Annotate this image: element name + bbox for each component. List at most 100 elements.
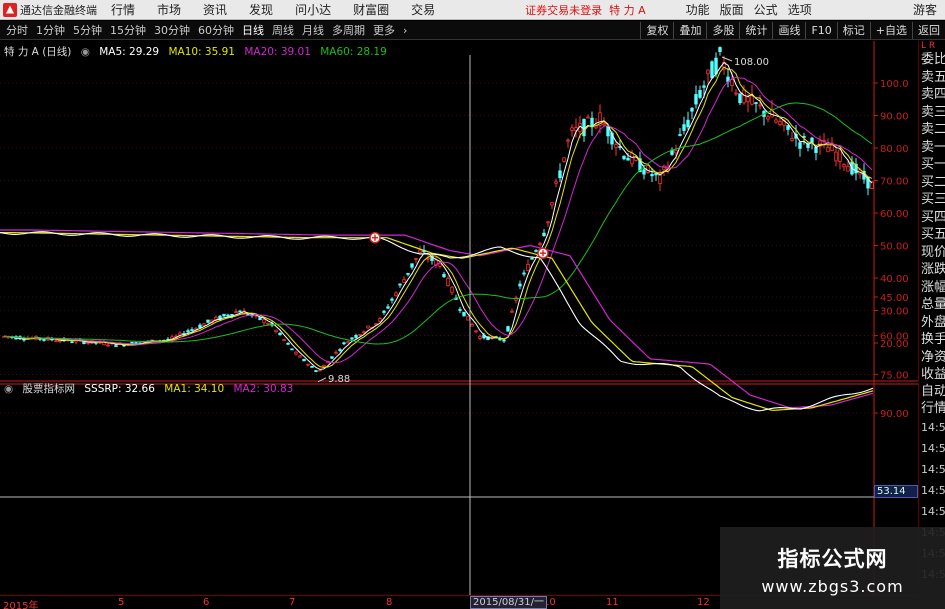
candle-body <box>558 170 562 179</box>
add-watchlist-button[interactable]: +自选 <box>869 21 912 39</box>
candle-body <box>438 263 442 267</box>
low-price-label: 9.88 <box>328 374 350 385</box>
candle-body <box>458 309 462 311</box>
menu-item-market[interactable]: 市场 <box>157 1 181 18</box>
candle-body <box>86 342 90 344</box>
menu-item-ask[interactable]: 问小达 <box>295 1 331 18</box>
settings-dot-icon[interactable]: ◉ <box>4 383 13 395</box>
candle-body <box>190 329 194 331</box>
settings-dot-icon[interactable]: ◉ <box>81 46 90 58</box>
candle-body <box>650 174 654 177</box>
candle-body <box>758 104 762 107</box>
period-toolbar: 分时 1分钟 5分钟 15分钟 30分钟 60分钟 日线 周线 月线 多周期 更… <box>0 21 945 40</box>
candle-body <box>322 364 326 367</box>
price-tick-label: 50.00 <box>880 242 909 253</box>
f10-button[interactable]: F10 <box>805 21 836 39</box>
legend-ma5: MA5: 29.29 <box>99 46 160 58</box>
multi-stock-button[interactable]: 多股 <box>706 21 739 39</box>
indicator-legend: ◉ 股票指标网 SSSRP: 32.66 MA1: 34.10 MA2: 30.… <box>4 381 299 396</box>
menu-item-wealth[interactable]: 财富圈 <box>353 1 389 18</box>
candle-body <box>834 151 838 162</box>
statistics-button[interactable]: 统计 <box>739 21 772 39</box>
candle-body <box>202 323 206 326</box>
time-label: 7 <box>289 597 296 608</box>
candle-body <box>738 93 742 104</box>
chevron-right-icon[interactable]: › <box>403 24 407 37</box>
candle-body <box>642 169 646 175</box>
candle-body <box>674 149 678 154</box>
overlay-button[interactable]: 叠加 <box>673 21 706 39</box>
period-tab-more[interactable]: 更多 <box>373 22 395 38</box>
menu-item-options[interactable]: 选项 <box>788 1 812 18</box>
candle-body <box>630 152 634 165</box>
period-tab-15min[interactable]: 15分钟 <box>110 22 146 38</box>
candle-body <box>838 149 842 162</box>
candle-body <box>554 181 558 184</box>
candle-body <box>766 116 770 120</box>
mark-button[interactable]: 标记 <box>836 21 870 39</box>
quotes-label[interactable]: 行情 <box>919 400 945 417</box>
candle-body <box>318 369 322 372</box>
menu-item-market-quotes[interactable]: 行情 <box>111 1 135 18</box>
period-tab-60min[interactable]: 60分钟 <box>198 22 234 38</box>
candle-body <box>506 326 510 332</box>
candle-body <box>314 370 318 373</box>
cursor-date-label: 2015/08/31/一 <box>470 596 548 609</box>
menu-item-formula[interactable]: 公式 <box>754 1 778 18</box>
candle-body <box>774 119 778 123</box>
quote-row-label: 涨跌 <box>921 262 945 277</box>
candle-body <box>566 139 570 142</box>
period-tab-30min[interactable]: 30分钟 <box>154 22 190 38</box>
guest-label[interactable]: 游客 <box>913 1 937 18</box>
tick-time: 14:5 <box>921 442 945 455</box>
period-tab-multi[interactable]: 多周期 <box>332 22 365 38</box>
period-tab-monthly[interactable]: 月线 <box>302 22 324 38</box>
quote-row-label: 现价 <box>921 244 945 260</box>
candle-body <box>466 315 470 321</box>
candle-body <box>614 144 618 149</box>
chart-annotations: 108.00 9.88 <box>317 56 769 385</box>
draw-line-button[interactable]: 画线 <box>772 21 805 39</box>
candle-body <box>530 257 534 260</box>
candle-body <box>470 324 474 327</box>
candle-body <box>302 358 306 362</box>
stock-title[interactable]: 特 力 A (日线) <box>4 46 71 58</box>
ma10-line <box>3 66 873 369</box>
cursor-value-label: 53.14 <box>874 485 918 498</box>
candle-body <box>298 355 302 358</box>
chart-canvas[interactable]: 100.0 90.00 80.00 70.00 60.00 50.00 40.00 30.00… <box>0 41 918 595</box>
tick-time: 14:5 <box>921 484 945 497</box>
candle-body <box>406 272 410 275</box>
time-label: 6 <box>203 597 210 608</box>
candle-body <box>198 324 202 328</box>
candle-body <box>734 92 738 95</box>
quote-row-label: 买四 <box>921 209 945 225</box>
candle-body <box>354 335 358 338</box>
period-tab-1min[interactable]: 1分钟 <box>36 22 65 38</box>
period-tab-daily[interactable]: 日线 <box>242 22 264 38</box>
moving-average-lines <box>3 61 873 370</box>
candle-body <box>622 155 626 160</box>
price-tick-label: 90.00 <box>880 112 909 123</box>
indicator-title[interactable]: 股票指标网 <box>23 383 76 395</box>
price-tick-label: 30.00 <box>880 307 909 318</box>
candle-body <box>342 342 346 345</box>
menu-item-news[interactable]: 资讯 <box>203 1 227 18</box>
menu-item-function[interactable]: 功能 <box>686 1 710 18</box>
back-button[interactable]: 返回 <box>912 21 945 39</box>
period-tab-5min[interactable]: 5分钟 <box>73 22 102 38</box>
price-tick-label: 60.00 <box>880 209 909 220</box>
time-label: 8 <box>386 597 393 608</box>
candle-body <box>702 85 706 88</box>
auto-label[interactable]: 自动 <box>919 383 945 400</box>
candle-body <box>686 119 690 128</box>
legend-ma10: MA10: 35.91 <box>168 46 235 58</box>
candle-body <box>222 313 226 317</box>
period-tab-intraday[interactable]: 分时 <box>6 22 28 38</box>
menu-item-trade[interactable]: 交易 <box>411 1 435 18</box>
menu-item-layout[interactable]: 版面 <box>720 1 744 18</box>
period-tab-weekly[interactable]: 周线 <box>272 22 294 38</box>
candle-body <box>626 157 630 161</box>
adjust-price-button[interactable]: 复权 <box>640 21 673 39</box>
menu-item-discover[interactable]: 发现 <box>249 1 273 18</box>
